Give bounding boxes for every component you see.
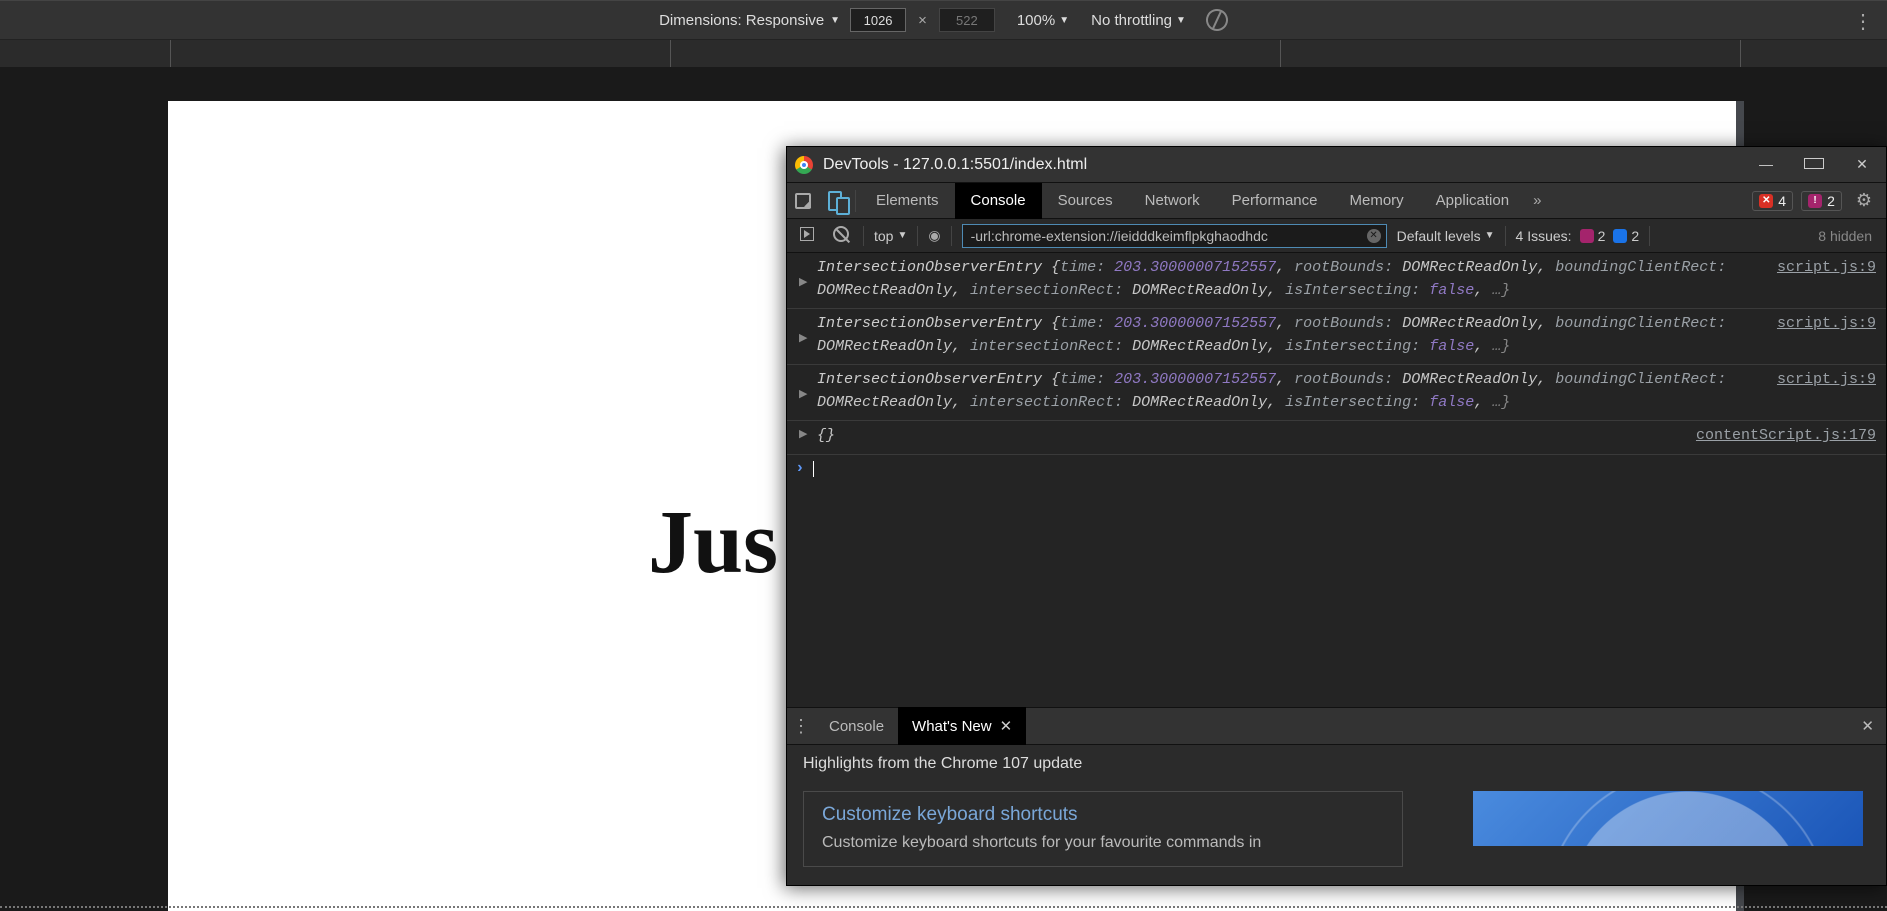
clear-filter-icon[interactable]: ✕ [1367, 229, 1381, 243]
close-tab-icon[interactable]: ✕ [1000, 717, 1013, 735]
issues-badge[interactable]: ! 2 [1801, 191, 1842, 211]
console-message[interactable]: script.js:9 ▶ IntersectionObserverEntry … [787, 365, 1886, 421]
chrome-icon [795, 156, 813, 174]
issues-summary[interactable]: 4 Issues: 2 2 [1516, 228, 1640, 244]
devtools-titlebar[interactable]: DevTools - 127.0.0.1:5501/index.html — ✕ [787, 147, 1886, 183]
clear-console-icon[interactable] [829, 226, 853, 245]
throttling-dropdown[interactable]: No throttling ▼ [1091, 12, 1186, 29]
console-message[interactable]: script.js:9 ▶ IntersectionObserverEntry … [787, 309, 1886, 365]
highlights-heading: Highlights from the Chrome 107 update [803, 755, 1870, 773]
separator [917, 226, 918, 246]
errors-badge[interactable]: ✕ 4 [1752, 191, 1793, 211]
more-options-icon[interactable]: ⋮ [1853, 9, 1873, 34]
page-heading: Jus [648, 491, 778, 594]
error-count: 4 [1778, 193, 1786, 209]
console-messages: script.js:9 ▶ IntersectionObserverEntry … [787, 253, 1886, 484]
source-link[interactable]: script.js:9 [1777, 313, 1876, 336]
more-tabs-icon[interactable]: » [1525, 192, 1549, 209]
tab-application[interactable]: Application [1420, 183, 1525, 219]
feature-description: Customize keyboard shortcuts for your fa… [822, 832, 1384, 854]
text-cursor [813, 461, 814, 477]
devtools-drawer: ⋮ Console What's New ✕ ✕ Highlights from… [787, 707, 1886, 885]
feature-title[interactable]: Customize keyboard shortcuts [822, 804, 1384, 826]
filter-wrap: ✕ [962, 224, 1387, 248]
issue-pink-icon [1580, 229, 1594, 243]
error-icon: ✕ [1759, 194, 1773, 208]
promo-image [1473, 791, 1863, 846]
tab-performance[interactable]: Performance [1216, 183, 1334, 219]
tab-elements[interactable]: Elements [860, 183, 955, 219]
throttling-value: No throttling [1091, 12, 1172, 29]
maximize-button[interactable] [1804, 156, 1824, 173]
drawer-body: Highlights from the Chrome 107 update Cu… [787, 745, 1886, 885]
drawer-tab-console[interactable]: Console [815, 707, 898, 745]
tab-memory[interactable]: Memory [1334, 183, 1420, 219]
drawer-tab-label: What's New [912, 718, 992, 735]
viewport-height-handle[interactable] [0, 906, 1887, 908]
minimize-button[interactable]: — [1756, 156, 1776, 173]
device-toolbar: Dimensions: Responsive ▼ × 100% ▼ No thr… [0, 0, 1887, 40]
chevron-down-icon: ▼ [897, 230, 907, 241]
console-message[interactable]: script.js:9 ▶ IntersectionObserverEntry … [787, 253, 1886, 309]
disclosure-triangle-icon[interactable]: ▶ [799, 387, 807, 404]
separator [855, 190, 856, 212]
context-dropdown[interactable]: top ▼ [874, 228, 907, 244]
drawer-more-icon[interactable]: ⋮ [787, 716, 815, 737]
devtools-tabs: Elements Console Sources Network Perform… [787, 183, 1886, 219]
source-link[interactable]: contentScript.js:179 [1696, 425, 1876, 448]
tab-network[interactable]: Network [1129, 183, 1216, 219]
disclosure-triangle-icon[interactable]: ▶ [799, 275, 807, 292]
issue-blue-icon [1613, 229, 1627, 243]
inspect-element-icon[interactable] [787, 183, 819, 219]
console-prompt[interactable] [787, 455, 1886, 484]
chevron-down-icon: ▼ [1485, 230, 1495, 241]
close-button[interactable]: ✕ [1852, 156, 1872, 173]
rotate-icon[interactable] [1203, 6, 1231, 34]
close-drawer-icon[interactable]: ✕ [1849, 717, 1886, 735]
drawer-tab-whatsnew[interactable]: What's New ✕ [898, 707, 1026, 745]
height-input[interactable] [939, 8, 995, 32]
issues-label: 4 Issues: [1516, 228, 1572, 244]
feature-card[interactable]: Customize keyboard shortcuts Customize k… [803, 791, 1403, 867]
drawer-tabs: ⋮ Console What's New ✕ ✕ [787, 707, 1886, 745]
source-link[interactable]: script.js:9 [1777, 257, 1876, 280]
devtools-window: DevTools - 127.0.0.1:5501/index.html — ✕… [786, 146, 1887, 886]
dimensions-dropdown[interactable]: Dimensions: Responsive ▼ [659, 12, 840, 29]
console-message[interactable]: contentScript.js:179 ▶ {} [787, 421, 1886, 455]
tab-console[interactable]: Console [955, 183, 1042, 219]
ruler [0, 40, 1887, 68]
zoom-value: 100% [1017, 12, 1055, 29]
tab-sources[interactable]: Sources [1042, 183, 1129, 219]
toggle-device-icon[interactable] [819, 183, 851, 219]
filter-input[interactable] [962, 224, 1387, 248]
separator [951, 226, 952, 246]
separator [1649, 226, 1650, 246]
levels-label: Default levels [1397, 228, 1481, 244]
separator [863, 226, 864, 246]
source-link[interactable]: script.js:9 [1777, 369, 1876, 392]
live-expression-icon[interactable]: ◉ [928, 227, 940, 244]
settings-gear-icon[interactable]: ⚙ [1850, 190, 1878, 211]
dimension-separator: × [918, 12, 927, 29]
issues-blue-count: 2 [1631, 228, 1639, 244]
chevron-down-icon: ▼ [1176, 15, 1186, 26]
hidden-count[interactable]: 8 hidden [1818, 228, 1872, 244]
issue-count: 2 [1827, 193, 1835, 209]
log-levels-dropdown[interactable]: Default levels ▼ [1397, 228, 1495, 244]
console-toolbar: top ▼ ◉ ✕ Default levels ▼ 4 Issues: 2 2… [787, 219, 1886, 253]
dimensions-label: Dimensions: Responsive [659, 12, 824, 29]
disclosure-triangle-icon[interactable]: ▶ [799, 427, 807, 444]
window-controls: — ✕ [1756, 156, 1878, 173]
context-value: top [874, 228, 893, 244]
devtools-title: DevTools - 127.0.0.1:5501/index.html [823, 156, 1087, 174]
width-input[interactable] [850, 8, 906, 32]
toggle-sidebar-icon[interactable] [795, 227, 819, 244]
disclosure-triangle-icon[interactable]: ▶ [799, 331, 807, 348]
zoom-dropdown[interactable]: 100% ▼ [1017, 12, 1069, 29]
issues-pink-count: 2 [1598, 228, 1606, 244]
chevron-down-icon: ▼ [1059, 15, 1069, 26]
chevron-down-icon: ▼ [830, 15, 840, 26]
separator [1505, 226, 1506, 246]
issue-icon: ! [1808, 194, 1822, 208]
